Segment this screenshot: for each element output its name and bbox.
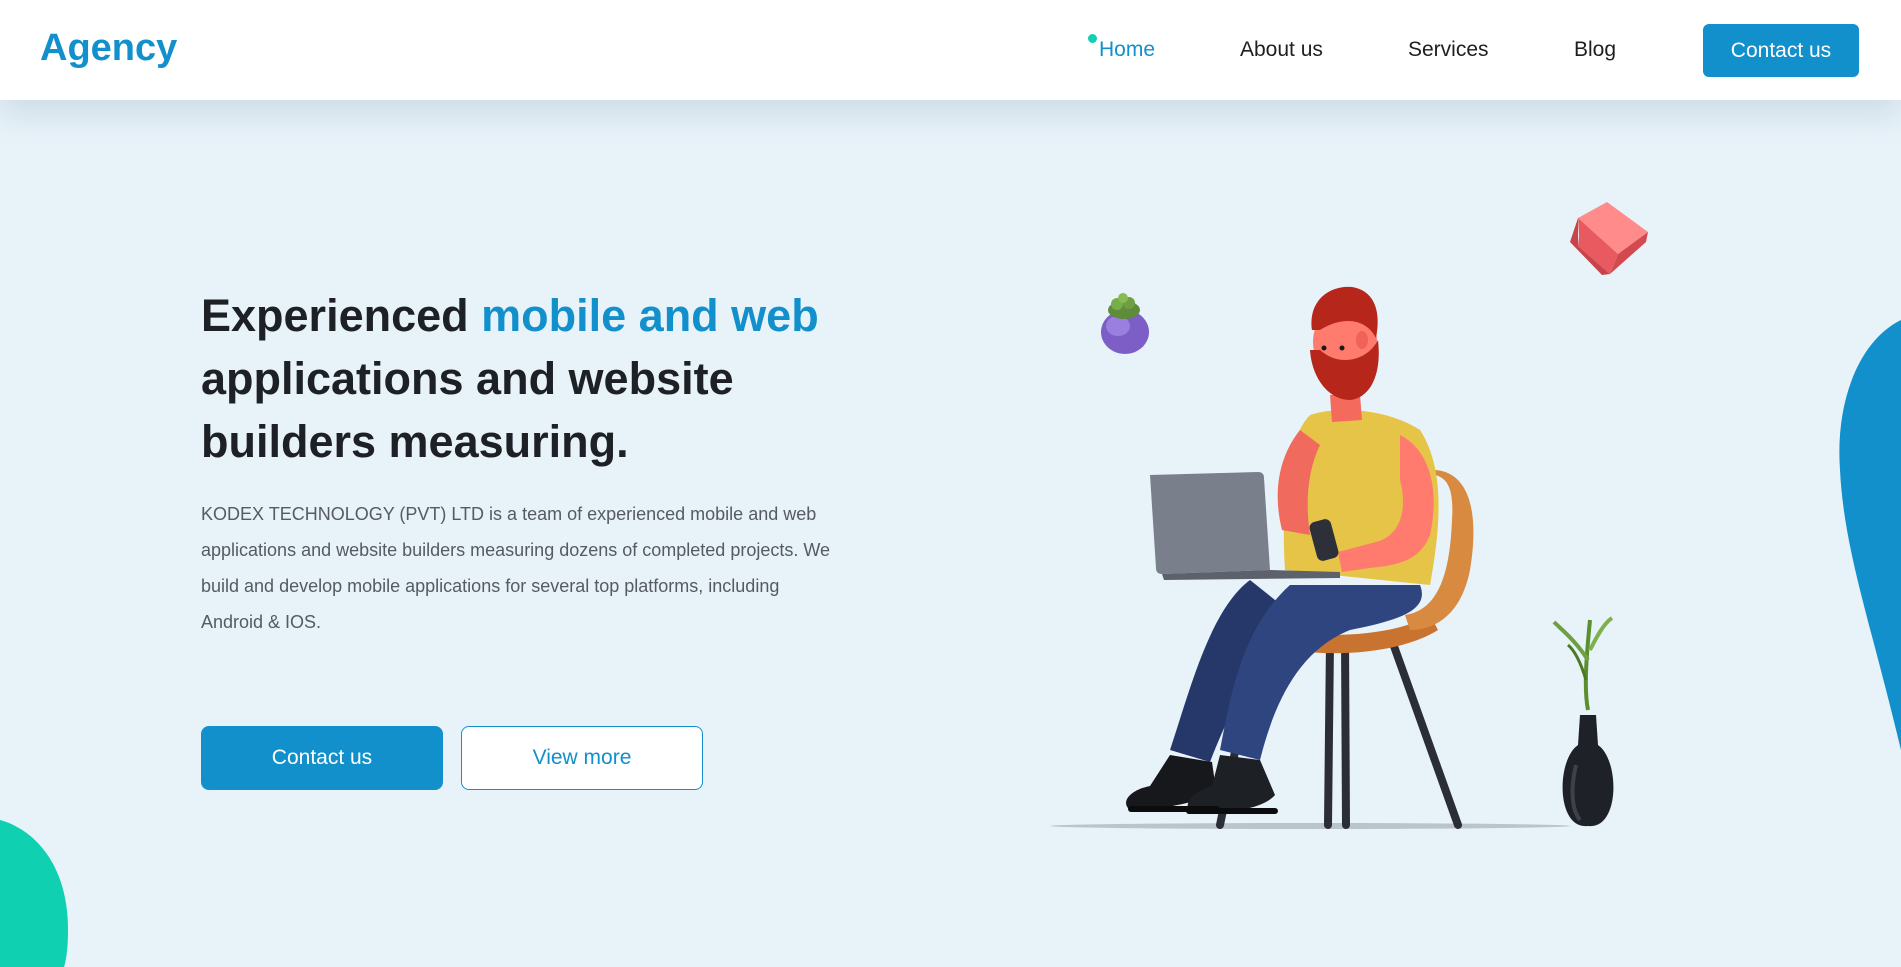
hero-illustration [1050,202,1648,829]
view-more-button[interactable]: View more [461,726,703,790]
navbar: Agency Home About us Services Blog Conta… [0,0,1901,100]
nav-blog[interactable]: Blog [1574,38,1616,62]
hero-title-accent: mobile and web [481,290,819,341]
red-block-icon [1570,202,1648,275]
header-contact-button[interactable]: Contact us [1703,24,1859,77]
person-shoes [1126,755,1278,814]
nav-home[interactable]: Home [1099,38,1155,62]
nav-about-us[interactable]: About us [1240,38,1323,62]
blue-blob-decoration [1839,320,1901,750]
hero-title-part1: Experienced [201,290,482,341]
logo[interactable]: Agency [40,27,177,70]
nav-services[interactable]: Services [1408,38,1489,62]
person-legs [1170,580,1422,762]
hero-title: Experienced mobile and web applications … [201,284,901,473]
floor-shadow [1050,823,1570,829]
hero-title-part2: applications and website builders measur… [201,353,734,467]
active-nav-indicator [1088,34,1097,43]
landing-page: Agency Home About us Services Blog Conta… [0,0,1901,967]
teal-blob-decoration [0,820,68,967]
hero-description: KODEX TECHNOLOGY (PVT) LTD is a team of … [201,504,831,632]
vase-plant-icon [1552,616,1614,827]
potted-cactus-icon [1101,293,1149,354]
person-head [1310,286,1379,422]
hero-contact-button[interactable]: Contact us [201,726,443,790]
